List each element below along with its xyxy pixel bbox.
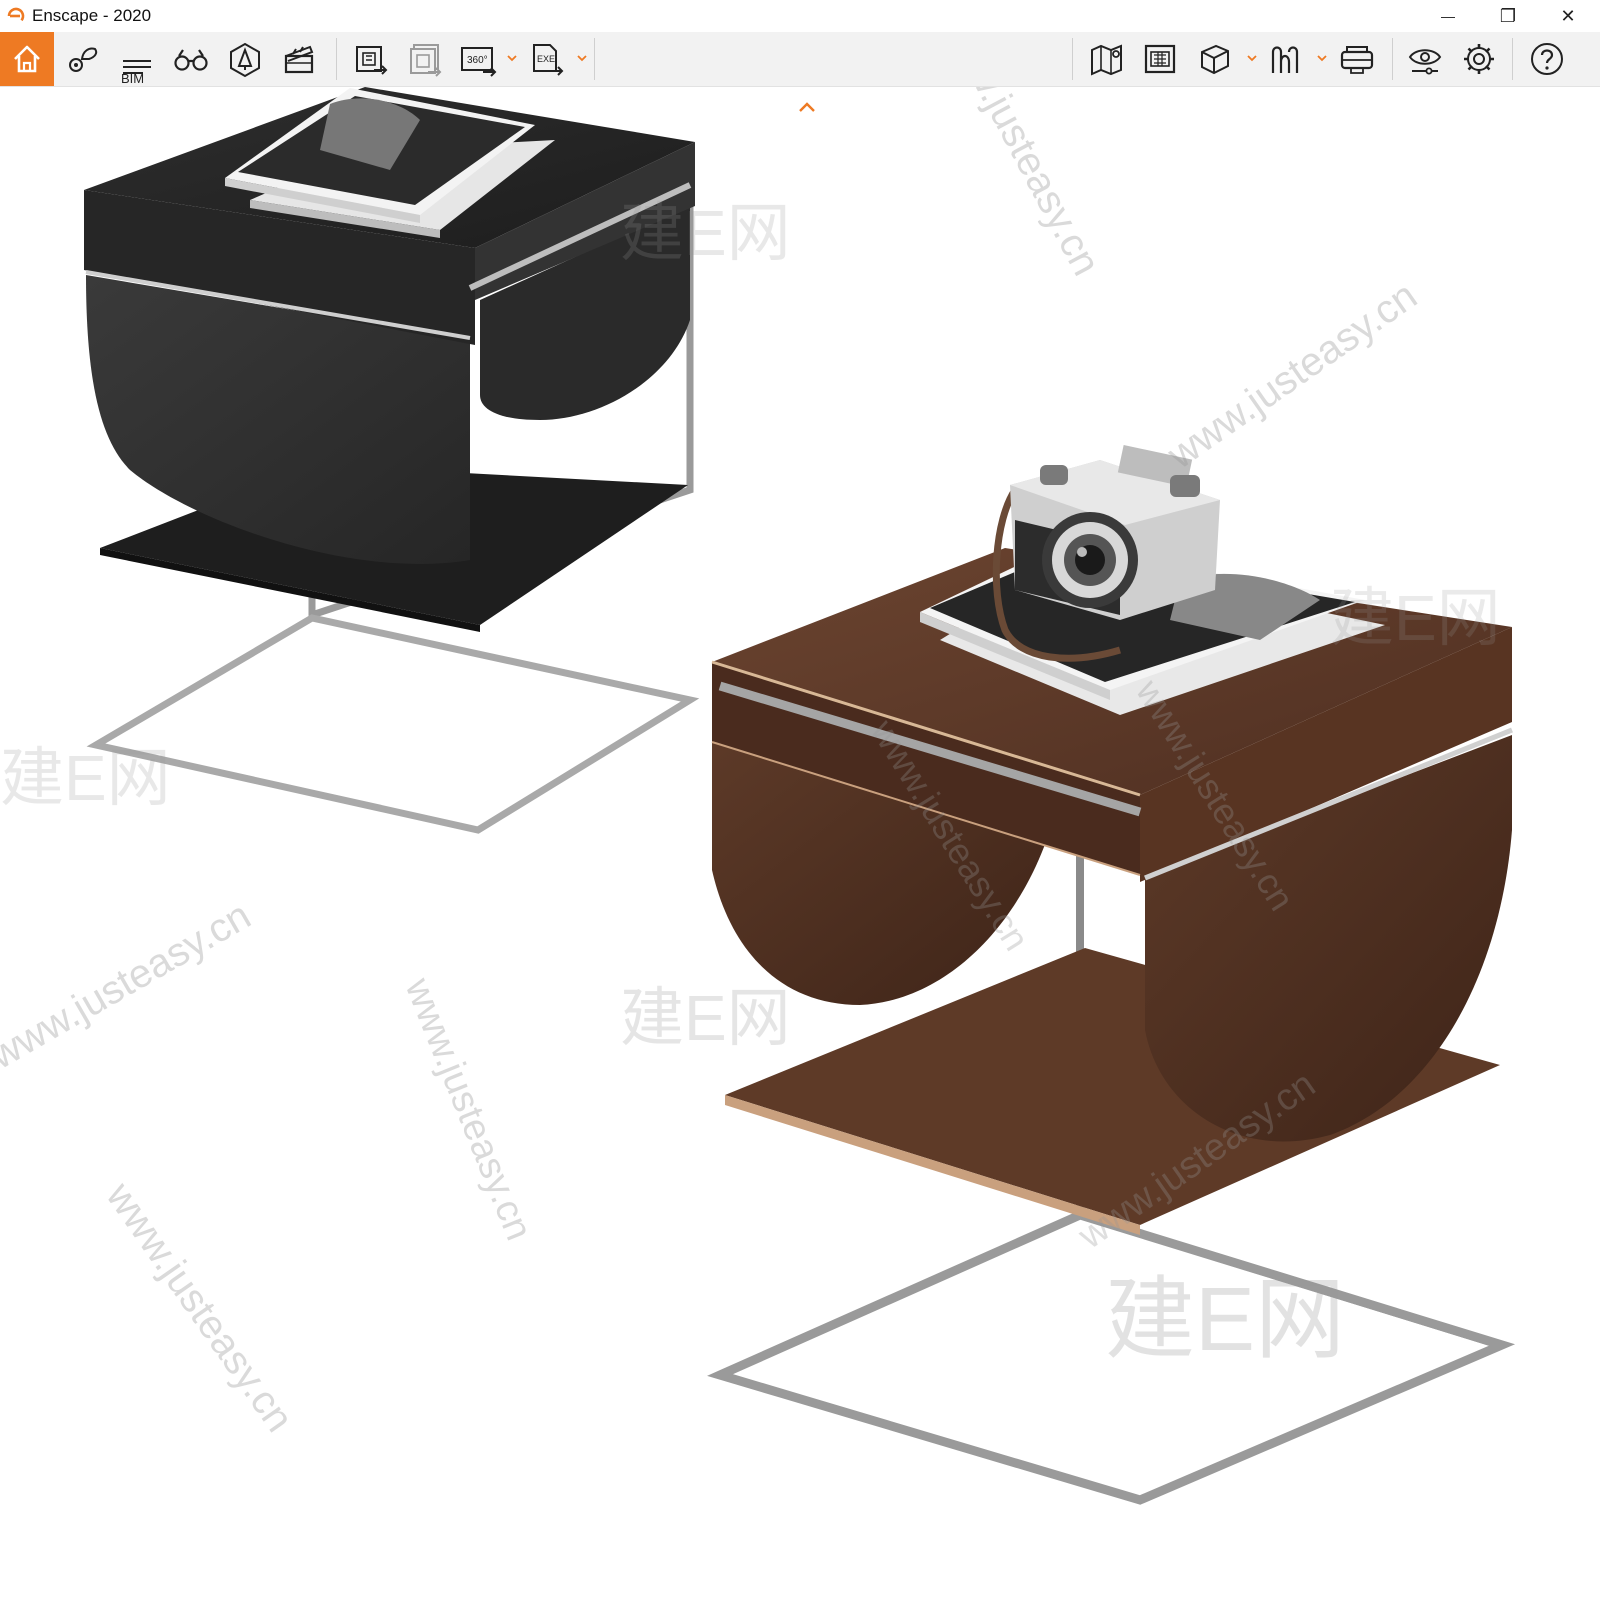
cube-icon	[1201, 44, 1229, 75]
watermark-text: www.justeasy.cn	[396, 972, 539, 1246]
chevron-down-icon[interactable]	[506, 52, 518, 64]
map-pin-icon	[1091, 44, 1122, 76]
chevron-down-icon[interactable]	[1316, 52, 1328, 64]
binoculars-icon	[174, 49, 208, 71]
restore-button[interactable]: ❐	[1478, 0, 1538, 32]
window-title: Enscape - 2020	[32, 6, 152, 25]
svg-text:360°: 360°	[467, 55, 488, 66]
views-button[interactable]	[164, 32, 218, 86]
home-icon	[14, 45, 40, 73]
video-editor-button[interactable]	[272, 32, 326, 86]
light-asset-button[interactable]	[218, 32, 272, 86]
export-image-button[interactable]	[344, 32, 398, 86]
chevron-down-icon[interactable]	[576, 52, 588, 64]
building-grid-icon	[1144, 44, 1176, 74]
toolbar-separator	[336, 38, 337, 80]
bim-info-icon	[123, 60, 151, 74]
panorama-button[interactable]: 360°	[452, 32, 506, 86]
close-button[interactable]: ✕	[1538, 0, 1598, 32]
material-editor-icon	[1271, 46, 1299, 73]
watermark-logo: 建E网	[620, 982, 791, 1054]
minimize-icon: —	[1441, 8, 1455, 24]
panorama-360-icon: 360°	[461, 47, 497, 77]
toolbar: BIM 360° EXE	[0, 32, 1600, 112]
watermark-logo: 建E网	[1330, 582, 1501, 654]
vr-button[interactable]	[1330, 32, 1384, 86]
title-bar: Enscape - 2020 — ❐ ✕	[0, 0, 1600, 32]
export-image-icon	[356, 46, 388, 75]
watermark-text: www.justeasy.cn	[1159, 273, 1425, 478]
vr-headset-icon	[1340, 46, 1374, 74]
help-button[interactable]	[1520, 32, 1574, 86]
visual-settings-icon	[1408, 49, 1442, 75]
light-asset-icon	[230, 42, 260, 78]
watermark-text: www.justeasy.cn	[97, 1174, 302, 1440]
render-viewport[interactable]: www.justeasy.cn www.justeasy.cn www.just…	[0, 87, 1600, 1600]
clapperboard-icon	[284, 45, 314, 74]
restore-icon: ❐	[1499, 5, 1517, 26]
svg-text:EXE: EXE	[537, 54, 555, 64]
toolbar-separator	[1392, 38, 1393, 80]
chevron-down-icon[interactable]	[1246, 52, 1258, 64]
watermark-text: www.justeasy.cn	[0, 893, 258, 1078]
toolbar-separator	[1512, 38, 1513, 80]
batch-export-button[interactable]	[398, 32, 452, 86]
material-button[interactable]	[1260, 32, 1314, 86]
settings-gear-icon	[1464, 44, 1494, 74]
location-button[interactable]	[56, 32, 110, 86]
map-button[interactable]	[1080, 32, 1134, 86]
minimize-button[interactable]: —	[1418, 0, 1478, 32]
bim-info-button[interactable]	[110, 32, 164, 86]
building-button[interactable]	[1134, 32, 1188, 86]
home-button[interactable]	[0, 32, 54, 86]
watermark-logo: 建E网	[0, 742, 171, 814]
export-exe-button[interactable]: EXE	[520, 32, 574, 86]
watermark-logo: 建E网	[620, 197, 791, 269]
location-pin-icon	[69, 47, 98, 72]
batch-export-icon	[410, 44, 442, 77]
close-icon: ✕	[1560, 5, 1576, 26]
settings-button[interactable]	[1452, 32, 1506, 86]
enscape-logo-icon	[7, 7, 25, 22]
help-icon	[1531, 43, 1563, 75]
toolbar-separator	[1072, 38, 1073, 80]
watermark-logo: 建E网	[1105, 1270, 1345, 1370]
black-wood-side-table[interactable]	[84, 87, 700, 834]
visual-settings-button[interactable]	[1398, 32, 1452, 86]
object-button[interactable]	[1188, 32, 1242, 86]
export-exe-icon: EXE	[533, 44, 564, 76]
watermark-text: www.justeasy.cn	[932, 87, 1109, 283]
toolbar-separator	[594, 38, 595, 80]
